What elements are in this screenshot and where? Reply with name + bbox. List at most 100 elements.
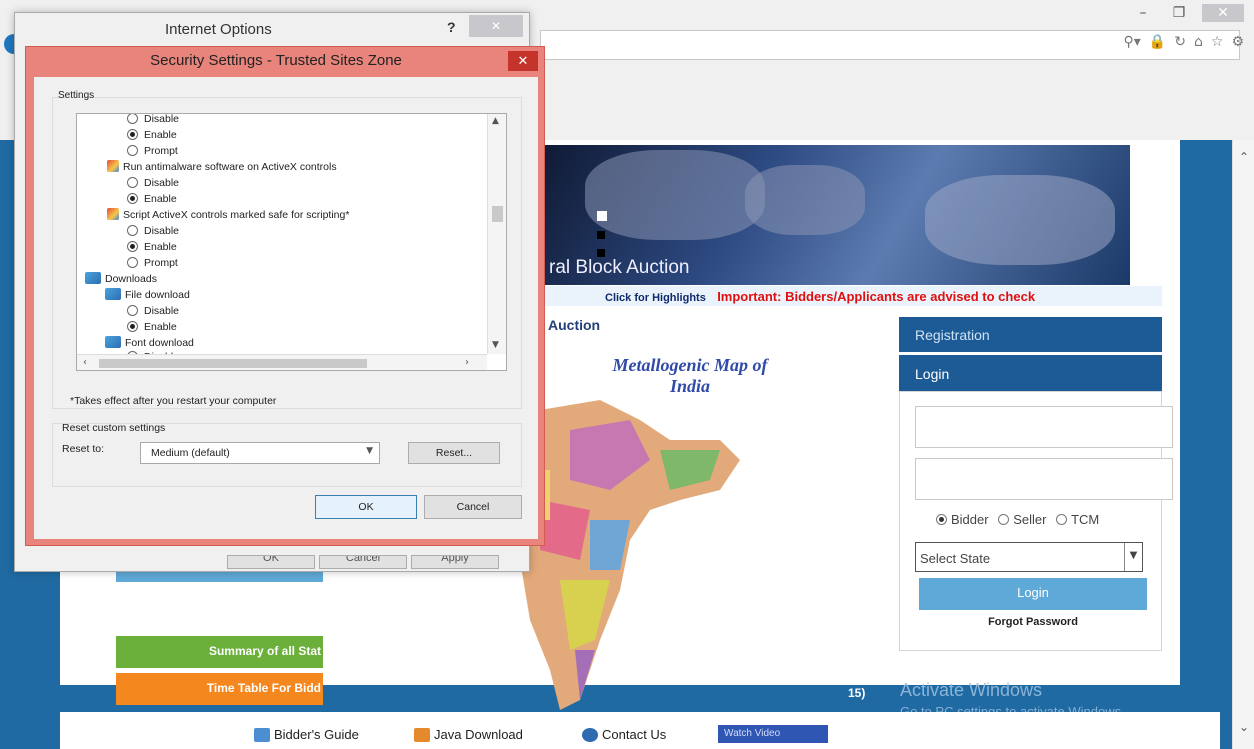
map-title: Metallogenic Map of India [612,355,768,396]
window-close-button[interactable]: ✕ [1202,4,1244,22]
role-radio-tcm[interactable] [1056,514,1068,525]
settings-label: Settings [58,90,95,101]
tab-registration[interactable]: Registration [899,317,1162,352]
login-button[interactable]: Login [919,578,1147,610]
group-label: File download [125,289,190,301]
internet-options-close-button[interactable]: ✕ [469,15,523,37]
reset-button[interactable]: Reset... [408,442,500,464]
chevron-down-icon[interactable]: ▼ [1124,543,1142,571]
security-dialog-title: Security Settings - Trusted Sites Zone [150,52,402,69]
role-radio-group: Bidder Seller TCM [930,512,1099,527]
banner-title: ral Block Auction [549,257,690,278]
home-icon[interactable]: ⌂ [1194,34,1203,50]
partial-text: 15) [848,686,866,700]
role-label-bidder: Bidder [951,512,989,527]
tree-vertical-scrollbar[interactable]: ▲ ▼ [487,114,506,354]
refresh-icon[interactable]: ↻ [1174,34,1186,50]
chevron-down-icon[interactable]: ▼ [366,446,373,456]
activate-windows-watermark: Activate Windows [900,680,1043,700]
reset-level-select[interactable]: Medium (default) ▼ [140,442,380,464]
help-icon[interactable]: ? [447,19,456,35]
forgot-password-link[interactable]: Forgot Password [919,616,1147,628]
radio-disable-2[interactable] [127,177,138,188]
ticker-important-text[interactable]: Important: Bidders/Applicants are advise… [717,289,1035,304]
role-radio-seller[interactable] [998,514,1010,525]
reset-to-label: Reset to: [62,443,105,455]
news-ticker[interactable]: Click for Highlights Important: Bidders/… [545,286,1162,306]
security-dialog-close-button[interactable]: ✕ [508,51,538,71]
chevron-right-icon[interactable]: › [465,357,469,368]
minimize-button[interactable]: – [1130,4,1156,22]
ok-button[interactable]: OK [315,495,417,519]
scroll-up-icon[interactable]: ⌃ [1237,150,1251,164]
io-cancel-button[interactable]: Cancel [319,555,407,569]
radio-enable-4[interactable] [127,321,138,332]
banner-image: ral Block Auction [545,145,1130,285]
bidders-guide-label: Bidder's Guide [274,727,359,742]
group-label: Downloads [105,273,157,285]
guide-icon [254,727,270,742]
radio-enable-3[interactable] [127,241,138,252]
security-settings-dialog: Security Settings - Trusted Sites Zone ✕… [25,46,545,546]
shield-icon [107,160,119,172]
java-download-link[interactable]: Java Download [414,727,523,742]
option-label: Disable [144,305,180,317]
chevron-left-icon[interactable]: ‹ [83,357,87,368]
io-apply-button[interactable]: Apply [411,555,499,569]
restart-note: *Takes effect after you restart your com… [70,395,277,407]
address-bar-icons: ⚲▾ 🔒 ↻ ⌂ ☆ ⚙ [1124,34,1244,50]
scroll-thumb[interactable] [99,359,367,368]
summary-button[interactable]: Summary of all Stat [116,636,323,668]
option-label: Prompt [144,257,178,269]
search-icon[interactable]: ⚲▾ [1124,34,1141,50]
settings-gear-icon[interactable]: ⚙ [1231,34,1244,50]
favorites-icon[interactable]: ☆ [1211,34,1224,50]
page-scrollbar[interactable]: ⌃ ⌄ [1232,140,1254,749]
option-label: Enable [144,241,177,253]
role-label-seller: Seller [1013,512,1047,527]
username-input[interactable] [915,406,1173,448]
timetable-button[interactable]: Time Table For Bidd [116,673,323,705]
option-label: Enable [144,129,177,141]
tree-horizontal-scrollbar[interactable]: ‹ › [77,354,487,370]
state-select-value: Select State [920,551,991,566]
radio-disable-3[interactable] [127,225,138,236]
password-input[interactable] [915,458,1173,500]
radio-disable-4[interactable] [127,305,138,316]
io-ok-button[interactable]: OK [227,555,315,569]
security-dialog-body: Settings Disable Enable Prompt Run antim… [34,77,538,539]
tab-login[interactable]: Login [899,355,1162,391]
option-label: Disable [144,225,180,237]
internet-options-title: Internet Options [165,21,272,38]
downloads-icon [85,272,101,284]
restore-button[interactable]: ❐ [1166,4,1192,22]
lock-icon[interactable]: 🔒 [1149,34,1166,50]
state-select[interactable]: Select State ▼ [915,542,1143,572]
scroll-down-icon[interactable]: ⌄ [1237,720,1251,734]
java-icon [414,727,430,742]
settings-tree[interactable]: Disable Enable Prompt Run antimalware so… [76,113,507,371]
reset-level-value: Medium (default) [151,447,230,459]
radio-prompt-3[interactable] [127,257,138,268]
file-download-icon [105,288,121,300]
font-download-icon [105,336,121,348]
window-controls: – ❐ ✕ [1130,4,1244,22]
radio-enable-1[interactable] [127,129,138,140]
cancel-button[interactable]: Cancel [424,495,522,519]
ticker-highlights-link[interactable]: Click for Highlights [605,292,706,304]
option-label: Prompt [144,145,178,157]
watch-video-button[interactable]: Watch Video [718,725,828,743]
contact-us-link[interactable]: Contact Us [582,727,666,742]
scroll-thumb[interactable] [492,206,503,222]
radio-prompt-1[interactable] [127,145,138,156]
group-label: Font download [125,337,194,349]
radio-enable-2[interactable] [127,193,138,204]
role-label-tcm: TCM [1071,512,1100,527]
chevron-up-icon[interactable]: ▲ [492,116,499,126]
group-label: Script ActiveX controls marked safe for … [123,209,350,221]
bidders-guide-link[interactable]: Bidder's Guide [254,727,359,742]
role-radio-bidder[interactable] [936,514,947,525]
radio-disable-1[interactable] [127,114,138,124]
chevron-down-icon[interactable]: ▼ [492,340,499,350]
option-label: Disable [144,177,180,189]
